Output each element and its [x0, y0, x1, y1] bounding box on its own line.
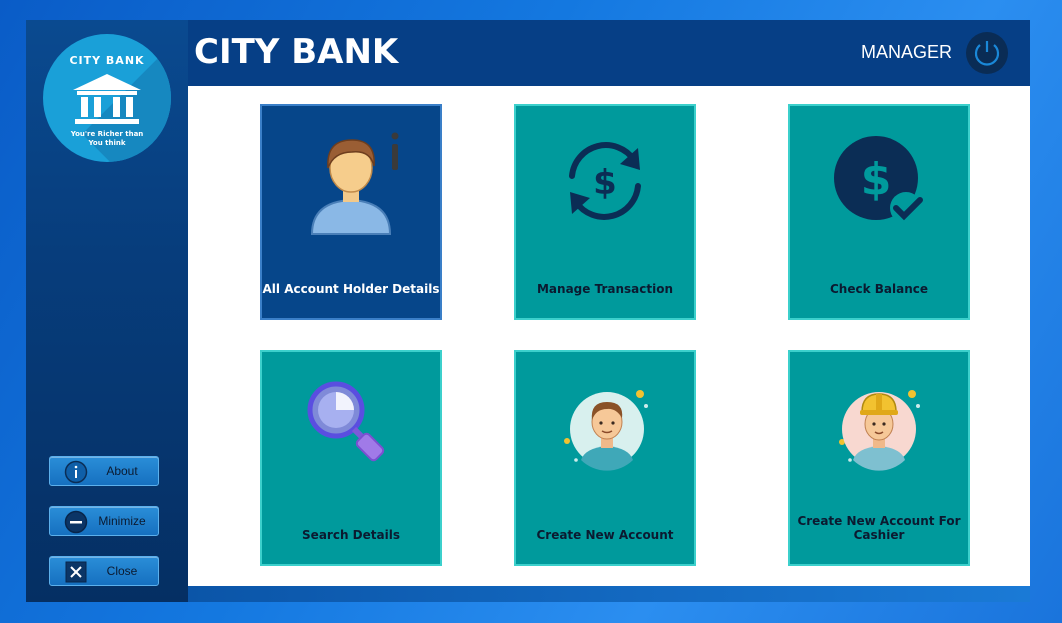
minimize-label: Minimize — [98, 514, 146, 528]
close-button[interactable]: Close — [49, 556, 159, 586]
power-icon — [974, 41, 1000, 66]
logo-brand: CITY BANK — [69, 54, 145, 67]
close-label: Close — [106, 564, 138, 578]
sidebar: CITY BANK You're Richer than You think A… — [26, 20, 188, 602]
info-icon — [64, 460, 88, 484]
tile-all-account-holder-details[interactable]: All Account Holder Details — [260, 104, 442, 320]
tile-create-new-account-for-cashier[interactable]: Create New Account For Cashier — [788, 350, 970, 566]
power-button[interactable] — [966, 32, 1008, 74]
main-window: CITY BANK You're Richer than You think A… — [26, 20, 1030, 602]
worker-avatar-icon — [839, 390, 920, 471]
man-avatar-icon — [564, 390, 648, 471]
about-label: About — [106, 464, 138, 478]
header-bar: CITY BANK MANAGER — [188, 20, 1030, 86]
tile-label: Search Details — [302, 528, 400, 542]
footer-strip — [188, 586, 1030, 602]
tile-create-new-account[interactable]: Create New Account — [514, 350, 696, 566]
dollar-check-icon: $ — [834, 136, 923, 224]
dollar-exchange-icon: $ — [569, 142, 641, 220]
tile-manage-transaction[interactable]: $ Manage Transaction — [514, 104, 696, 320]
tagline-line2: You think — [88, 139, 126, 147]
tile-label: All Account Holder Details — [262, 282, 440, 296]
logo-tagline: You're Richer than You think — [43, 130, 171, 148]
user-role: MANAGER — [860, 42, 952, 62]
minus-circle-icon — [64, 510, 88, 534]
tile-label: Manage Transaction — [536, 282, 673, 296]
about-button[interactable]: About — [49, 456, 159, 486]
tile-label: Create New Account For Cashier — [797, 514, 961, 542]
minimize-button[interactable]: Minimize — [49, 506, 159, 536]
tile-search-details[interactable]: Search Details — [260, 350, 442, 566]
app-title: CITY BANK — [194, 32, 399, 72]
bank-building-icon — [73, 74, 141, 124]
svg-text:$: $ — [593, 163, 617, 203]
dashboard-panel: All Account Holder Details $ Manage Tran… — [188, 86, 1030, 586]
svg-text:$: $ — [861, 154, 892, 205]
tile-check-balance[interactable]: $ Check Balance — [788, 104, 970, 320]
tile-label: Create New Account — [536, 528, 674, 542]
tagline-line1: You're Richer than — [70, 130, 144, 138]
close-icon — [65, 561, 87, 583]
user-info-icon — [310, 132, 399, 235]
bank-logo: CITY BANK You're Richer than You think — [43, 34, 171, 162]
tile-label: Check Balance — [829, 282, 928, 296]
magnifier-icon — [307, 381, 385, 462]
